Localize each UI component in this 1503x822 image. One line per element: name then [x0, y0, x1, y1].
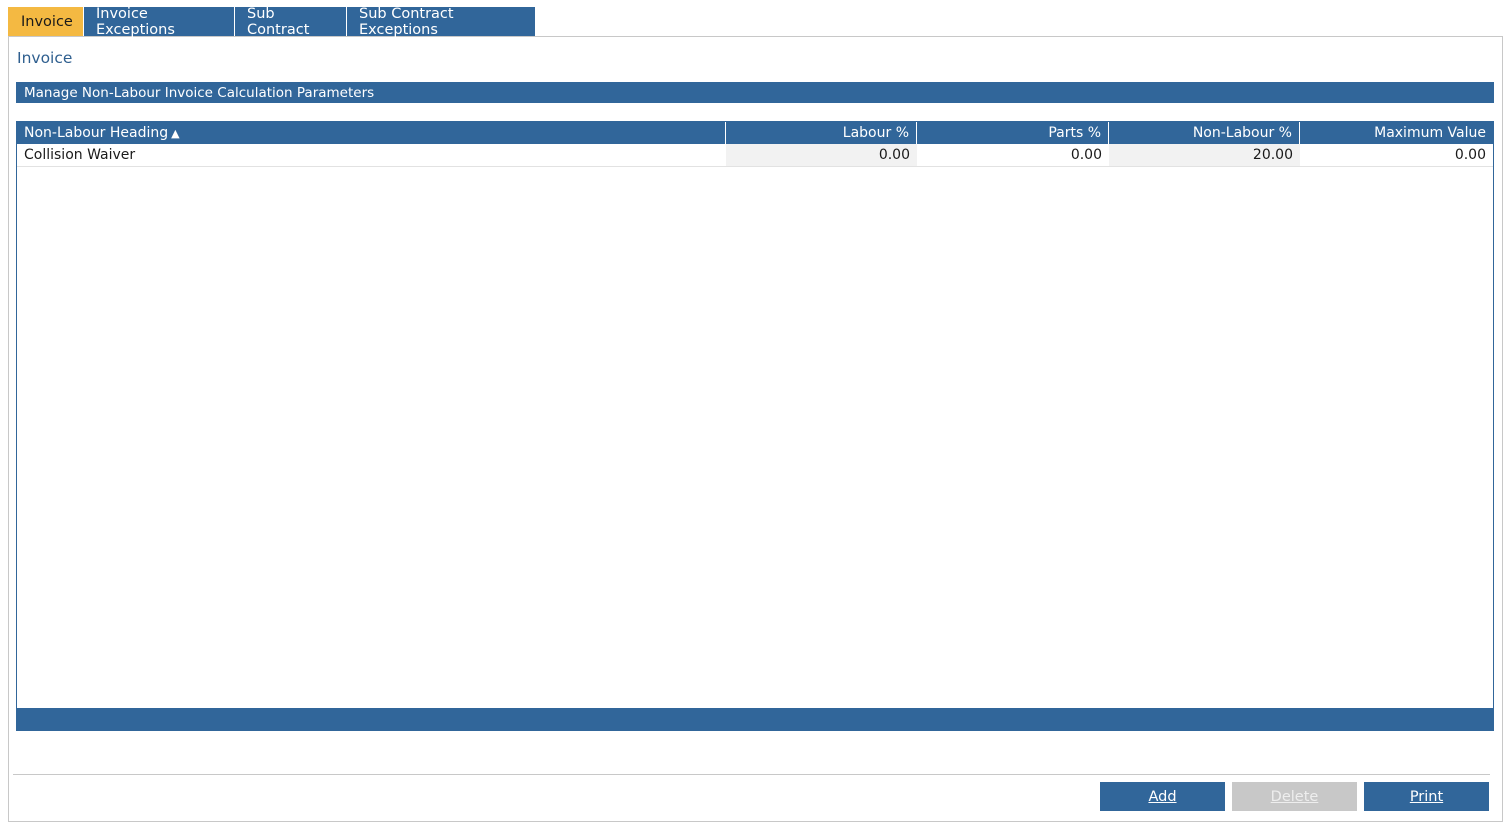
table-row[interactable]: Collision Waiver 0.00 0.00 20.00 0.00	[17, 144, 1493, 167]
column-header-label: Maximum Value	[1374, 125, 1486, 141]
column-header-label: Non-Labour Heading	[24, 125, 169, 141]
sort-ascending-icon: ▲	[171, 126, 180, 140]
section-header-bar: Manage Non-Labour Invoice Calculation Pa…	[16, 82, 1494, 103]
delete-button[interactable]: Delete	[1232, 782, 1357, 811]
parameters-grid: Non-Labour Heading ▲ Labour % Parts % No…	[16, 121, 1494, 731]
tab-sub-contract-exceptions[interactable]: Sub Contract Exceptions	[347, 5, 535, 38]
cell-labour-pct: 0.00	[726, 144, 917, 166]
grid-footer	[17, 708, 1493, 730]
column-header-non-labour-heading[interactable]: Non-Labour Heading ▲	[17, 122, 726, 144]
grid-header: Non-Labour Heading ▲ Labour % Parts % No…	[17, 122, 1493, 144]
column-header-label: Parts %	[1048, 125, 1101, 141]
column-header-labour-pct[interactable]: Labour %	[726, 122, 917, 144]
column-header-non-labour-pct[interactable]: Non-Labour %	[1109, 122, 1300, 144]
tab-sub-contract[interactable]: Sub Contract	[235, 5, 346, 38]
column-header-label: Labour %	[842, 125, 909, 141]
tab-sub-contract-label: Sub Contract	[247, 5, 310, 38]
tab-invoice-label: Invoice	[21, 13, 73, 30]
column-header-label: Non-Labour %	[1192, 125, 1292, 141]
column-header-parts-pct[interactable]: Parts %	[917, 122, 1109, 144]
cell-non-labour-heading: Collision Waiver	[24, 147, 136, 163]
section-header-label: Manage Non-Labour Invoice Calculation Pa…	[24, 84, 375, 101]
section-title: Invoice	[17, 49, 73, 67]
cell-non-labour-pct: 20.00	[1109, 144, 1300, 166]
tab-sub-contract-exceptions-label: Sub Contract Exceptions	[359, 5, 454, 38]
column-header-maximum-value[interactable]: Maximum Value	[1300, 122, 1493, 144]
cell-maximum-value: 0.00	[1454, 147, 1486, 163]
tab-invoice-exceptions[interactable]: Invoice Exceptions	[84, 5, 234, 38]
print-button[interactable]: Print	[1364, 782, 1489, 811]
cell-parts-pct: 0.00	[1070, 147, 1102, 163]
tab-invoice-exceptions-label: Invoice Exceptions	[96, 5, 175, 38]
footer-divider	[13, 774, 1490, 775]
tab-strip: Invoice Invoice Exceptions Sub Contract …	[8, 5, 536, 38]
tab-invoice[interactable]: Invoice	[8, 7, 83, 36]
add-button[interactable]: Add	[1100, 782, 1225, 811]
